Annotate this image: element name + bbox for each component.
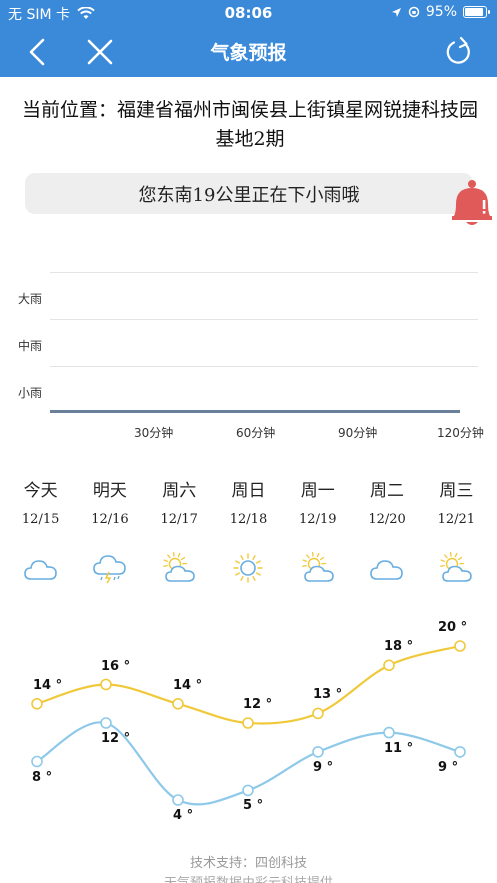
rain-grid-line [50,272,478,273]
location-arrow-icon [391,7,401,17]
rain-y-label-light: 小雨 [18,386,43,400]
battery-icon [463,6,490,18]
bell-icon[interactable] [446,178,497,230]
partly-cloudy-icon [161,551,197,584]
status-bar: 无 SIM 卡 08:06 95% [0,0,497,26]
low-temp-label: 9 ° [313,759,334,775]
high-temp-label: 12 ° [243,697,273,712]
high-temp-point [454,640,466,652]
rain-x-label-30: 30分钟 [134,426,174,440]
low-temp-label: 12 ° [101,731,131,746]
temperature-chart: 14 ° 16 ° 14 ° 12 ° 13 ° 18 ° 20 ° 8 ° 12 ° 4 ° 5 … [0,610,497,840]
day-name: 今天 [23,481,58,501]
low-temp-label: 4 ° [173,808,194,823]
status-right: 95% [391,4,490,20]
footer-support: 技术支持：四创科技 [189,856,307,871]
day-date: 12/19 [299,512,337,527]
low-temp-label: 8 ° [32,769,53,785]
low-temp-label: 9 ° [438,759,459,775]
rain-y-label-heavy: 大雨 [18,292,43,306]
high-temp-point [31,698,43,710]
forecast-day-1: 明天 12/16 [75,476,144,584]
battery-fill [465,8,484,16]
rain-x-label-120: 120分钟 [437,426,484,440]
high-temp-label: 16 ° [101,658,131,674]
rain-alert-banner: 您东南19公里正在下小雨哦 [25,173,473,214]
day-date: 12/16 [91,512,129,527]
day-name: 明天 [92,481,127,501]
low-temp-point [454,746,466,758]
high-temp-label: 13 ° [313,687,343,703]
low-temp-point [242,784,254,797]
forecast-day-4: 周一 12/19 [283,476,352,584]
current-location: 当前位置：福建省福州市闽侯县上街镇星网锐捷科技园基地2期 [21,99,478,150]
high-temp-label: 20 ° [438,620,468,635]
forecast-day-6: 周三 12/21 [422,476,491,584]
partly-cloudy-icon [438,551,474,584]
low-temp-point [312,746,324,758]
day-name: 周三 [439,481,474,501]
high-temp-point [172,698,184,710]
rain-intensity-line [50,410,460,413]
day-name: 周六 [162,481,197,501]
low-temp-point [383,726,395,739]
partly-cloudy-icon [300,551,336,584]
cloudy-icon [369,552,405,584]
day-date: 12/18 [229,512,268,527]
low-temp-label: 5 ° [243,798,264,814]
day-date: 12/15 [21,512,60,527]
top-bar: 无 SIM 卡 08:06 95% 气象预报 [0,0,497,77]
high-temp-point [312,707,324,720]
high-temp-point [100,678,112,691]
battery-percent: 95% [425,4,457,20]
rain-x-label-90: 90分钟 [338,426,378,440]
rain-y-label-moderate: 中雨 [18,339,43,353]
low-temp-point [172,794,184,806]
forecast-day-2: 周六 12/17 [145,476,214,584]
rain-alert-text: 您东南19公里正在下小雨哦 [138,185,360,206]
day-name: 周一 [300,481,335,501]
low-temp-label: 11 ° [384,740,414,756]
orientation-lock-icon [408,6,420,18]
rain-grid-line [50,319,478,320]
sunny-icon [230,552,266,584]
footer-source: 天气预报数据由彩云科技提供 [0,872,497,883]
high-temp-point [383,659,395,672]
day-name: 周日 [231,481,266,501]
nav-bar: 气象预报 [0,26,497,77]
rain-chart: 大雨 中雨 小雨 30分钟 60分钟 90分钟 120分钟 [0,250,497,450]
day-date: 12/21 [437,512,476,527]
day-name: 周二 [370,481,405,501]
high-temp-label: 18 ° [384,639,414,655]
low-temp-point [31,755,43,768]
page-title: 气象预报 [210,42,287,64]
forecast-day-3: 周日 12/18 [214,476,283,584]
forecast-day-0: 今天 12/15 [6,476,75,584]
high-temp-label: 14 ° [33,677,63,693]
day-date: 12/17 [160,512,198,527]
day-date: 12/20 [368,512,406,527]
forecast-days: 今天 12/15 明天 12/16 周六 12/17 周日 12/18 周一 12/19 周二 12/… [6,476,491,584]
thunder-rain-icon [92,552,128,584]
refresh-icon[interactable] [443,36,475,68]
rain-grid-line [50,366,478,367]
high-temp-label: 14 ° [173,677,203,693]
cloudy-icon [23,552,59,584]
rain-x-label-60: 60分钟 [236,426,276,440]
high-temp-point [242,717,254,729]
forecast-day-5: 周二 12/20 [352,476,421,584]
low-temp-point [100,717,112,729]
